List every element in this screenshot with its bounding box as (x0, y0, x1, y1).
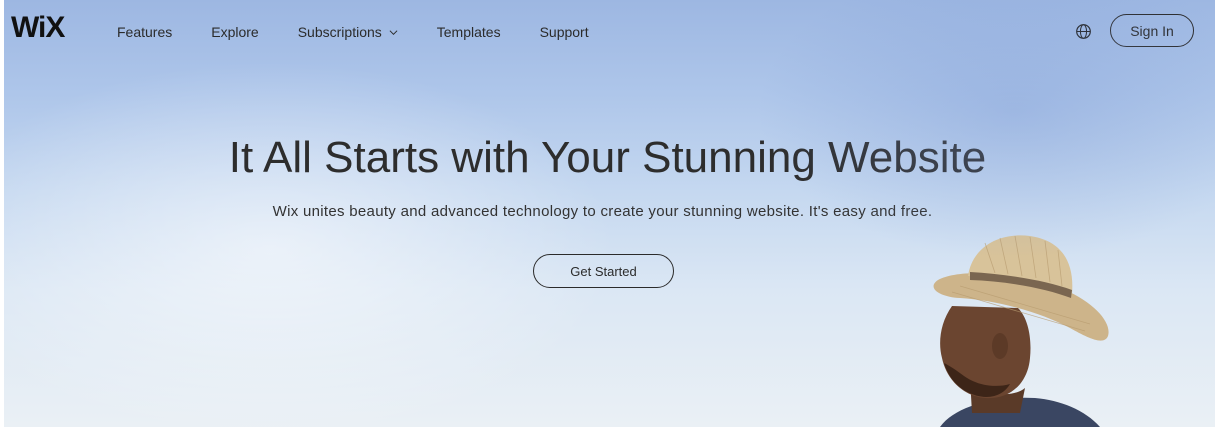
nav-item-features[interactable]: Features (117, 24, 172, 40)
nav-item-label: Explore (211, 24, 259, 40)
get-started-button[interactable]: Get Started (533, 254, 674, 288)
nav-item-label: Templates (436, 24, 501, 40)
globe-icon[interactable] (1075, 23, 1092, 40)
hero-person-image (933, 235, 1109, 427)
nav-item-explore[interactable]: Explore (211, 24, 258, 40)
nav-item-label: Features (117, 24, 173, 40)
nav-item-support[interactable]: Support (540, 24, 589, 40)
nav-item-label: Support (539, 24, 589, 40)
chevron-down-icon (389, 29, 398, 35)
nav-item-subscriptions[interactable]: Subscriptions (298, 24, 398, 40)
main-nav: Features Explore Subscriptions Templates… (117, 24, 628, 40)
hero-headline: It All Starts with Your Stunning Website (228, 133, 987, 182)
nav-item-label: Subscriptions (297, 24, 382, 40)
hero-background: WiX Features Explore Subscriptions Templ… (0, 0, 1215, 427)
wix-logo[interactable]: WiX (11, 13, 65, 43)
sign-in-button[interactable]: Sign In (1110, 14, 1194, 47)
nav-item-templates[interactable]: Templates (437, 24, 501, 40)
hero-subheadline: Wix unites beauty and advanced technolog… (272, 203, 933, 220)
